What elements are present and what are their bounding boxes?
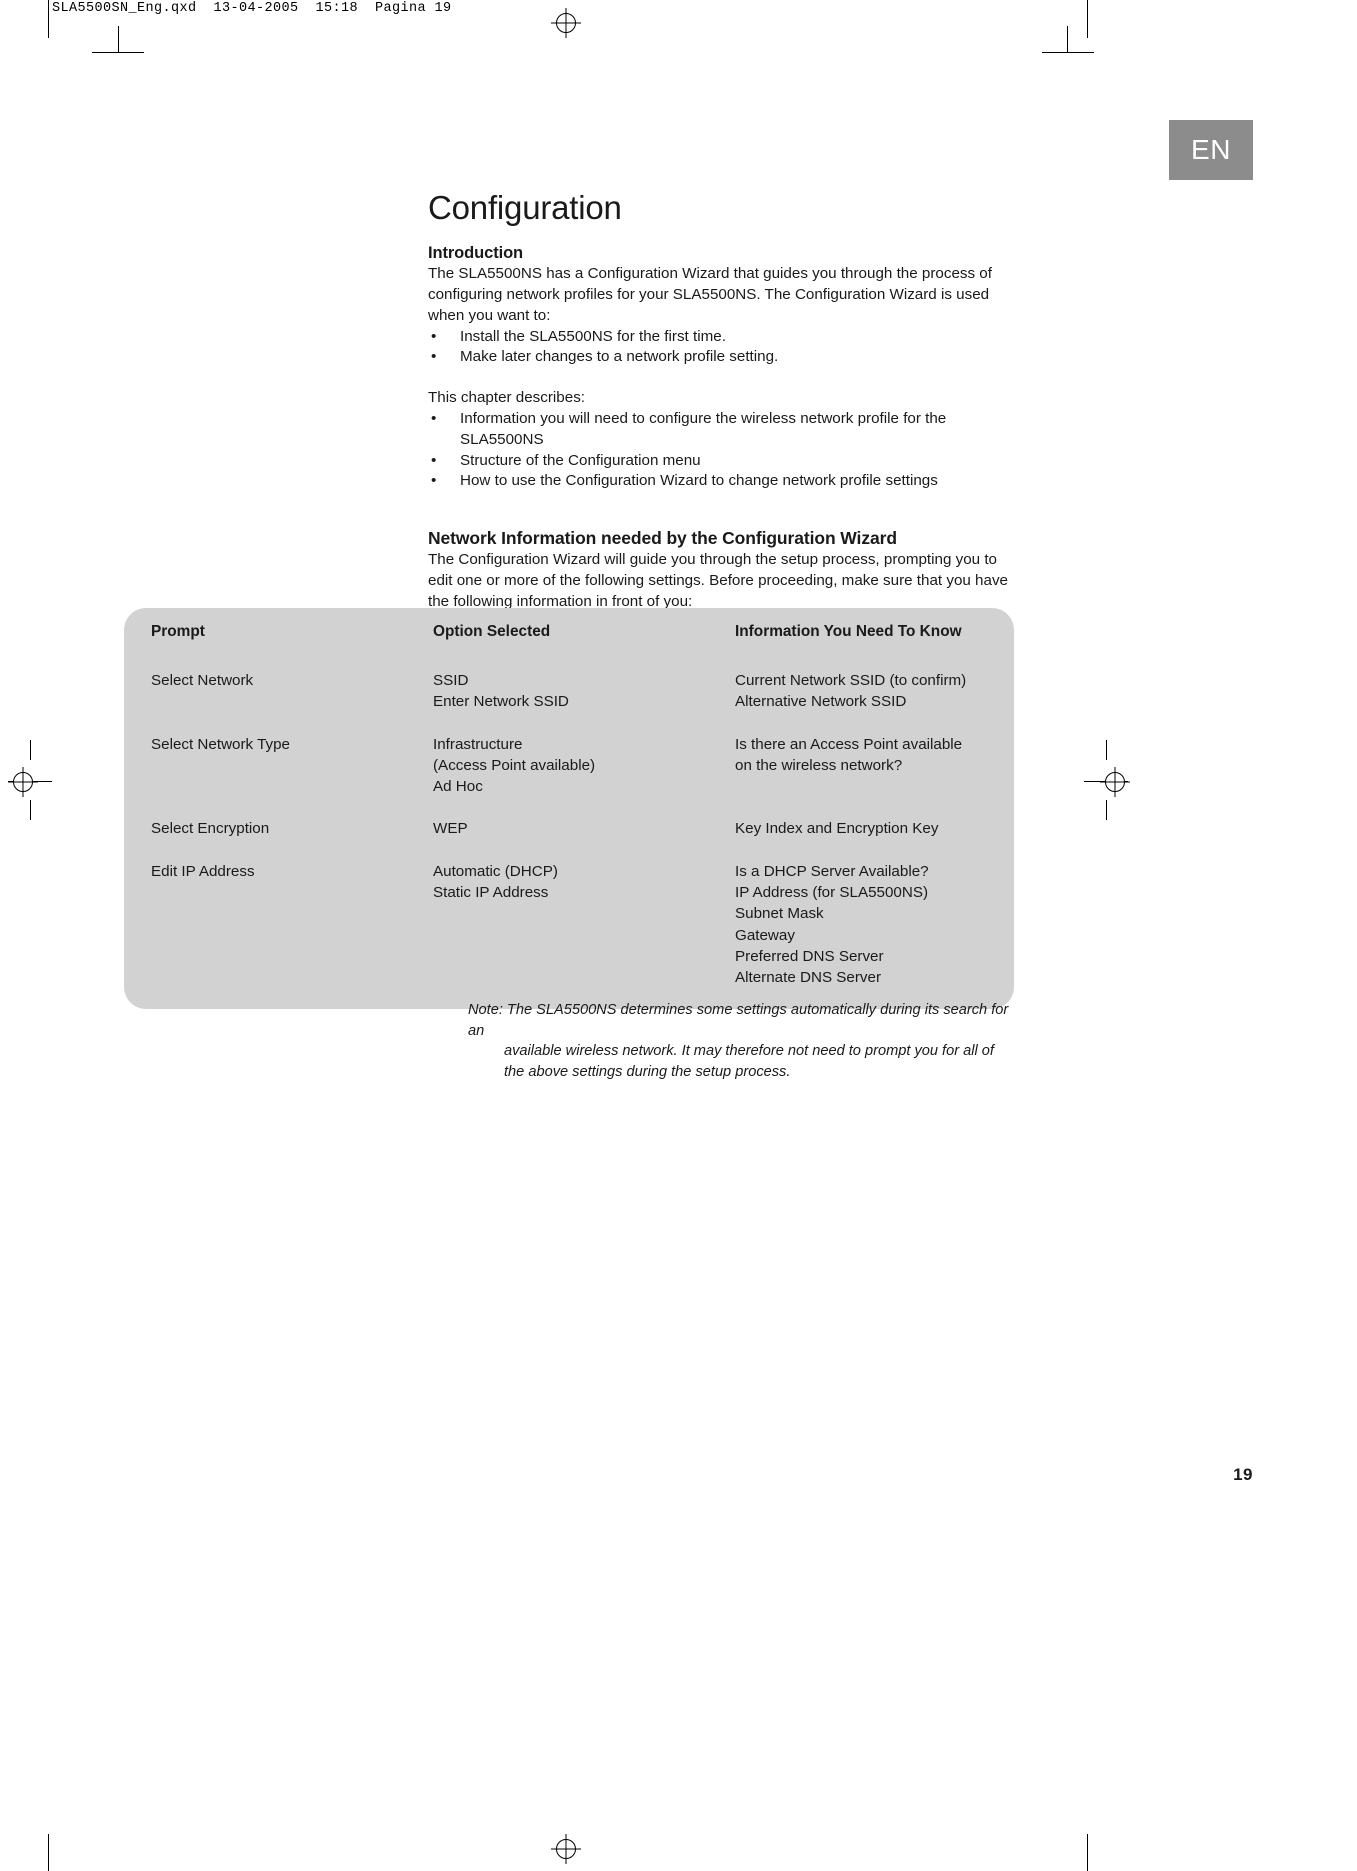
cell-line: Key Index and Encryption Key [735,820,939,838]
cell-line: Automatic (DHCP) [433,862,558,880]
introduction-heading: Introduction [428,244,524,263]
cell-prompt: Select Encryption [151,818,433,839]
crop-mark-left-mid-v [30,740,31,760]
crop-mark-bottom-right [1087,1834,1088,1871]
cell-line: Gateway [735,926,795,944]
list-item: • Make later changes to a network profile… [428,347,1010,368]
cell-prompt: Edit IP Address [151,861,433,989]
language-tab-label: EN [1191,134,1231,165]
cell-line: Select Network Type [151,735,291,753]
cell-line: (Access Point available) [433,756,596,774]
registration-mark-right [1105,772,1125,792]
cell-info: Is a DHCP Server Available? IP Address (… [735,861,987,989]
introduction-paragraph: The SLA5500NS has a Configuration Wizard… [428,265,992,324]
crop-mark-right-mid-v2 [1106,800,1107,820]
cell-line: Alternative Network SSID [735,693,907,711]
registration-mark-bottom [556,1839,576,1859]
cell-options: Automatic (DHCP) Static IP Address [433,861,735,989]
cell-line: Ad Hoc [433,778,483,796]
cell-line: WEP [433,820,468,838]
note-line-1: Note: The SLA5500NS determines some sett… [468,1002,1009,1039]
bullet-dot-icon: • [431,451,437,469]
cell-line: Is there an Access Point available [735,735,963,753]
cell-info: Key Index and Encryption Key [735,818,987,839]
network-info-table: Prompt Option Selected Information You N… [124,608,1014,1009]
introduction-bullet-list: • Install the SLA5500NS for the first tim… [428,327,1010,369]
cell-info: Current Network SSID (to confirm) Altern… [735,670,987,713]
cell-line: Current Network SSID (to confirm) [735,672,967,689]
cell-line: IP Address (for SLA5500NS) [735,884,929,902]
chapter-lead-text: This chapter describes: [428,389,586,407]
cell-options: SSID Enter Network SSID [433,670,735,713]
crop-mark-top-right-h [1042,52,1094,53]
table-row: Select Network SSID Enter Network SSID C… [124,670,1014,713]
crop-mark-top-right-v [1067,26,1068,52]
column-header-option: Option Selected [433,623,551,640]
cell-line: Select Network [151,672,254,689]
cell-prompt: Select Network [151,670,433,713]
network-info-heading: Network Information needed by the Config… [428,528,897,549]
table-header-row: Prompt Option Selected Information You N… [124,623,1014,649]
main-content: Configuration Introduction The SLA5500NS… [428,189,1010,613]
list-item-label: Structure of the Configuration menu [460,451,701,469]
registration-mark-top [556,13,576,33]
list-item-label: Install the SLA5500NS for the first time… [460,327,726,345]
cell-options: WEP [433,818,735,839]
cell-line: SSID [433,672,469,689]
page-title: Configuration [428,189,622,226]
note-block: Note: The SLA5500NS determines some sett… [468,1000,1016,1082]
cell-line: Select Encryption [151,820,270,838]
page-number: 19 [1233,1465,1253,1484]
list-item: • Install the SLA5500NS for the first tim… [428,327,1010,348]
file-stamp: SLA5500SN_Eng.qxd 13-04-2005 15:18 Pagin… [52,1,452,16]
list-item-label: Make later changes to a network profile … [460,348,779,366]
table-row: Select Encryption WEP Key Index and Encr… [124,818,1014,839]
table-row: Edit IP Address Automatic (DHCP) Static … [124,861,1014,989]
bullet-dot-icon: • [431,410,437,428]
list-item: • How to use the Configuration Wizard to … [428,471,1010,492]
crop-mark-top-left [48,0,49,38]
cell-line: Preferred DNS Server [735,947,884,965]
crop-mark-right-mid-v [1106,740,1107,760]
note-line-2: available wireless network. It may there… [504,1043,994,1059]
crop-mark-top-right [1087,0,1088,38]
cell-line: Static IP Address [433,884,549,902]
crop-mark-top-left-h [92,52,144,53]
column-header-prompt: Prompt [151,623,205,640]
crop-mark-top-left-v [118,26,119,52]
cell-line: Infrastructure [433,735,523,753]
crop-mark-bottom-left [48,1834,49,1871]
list-item: • Information you will need to configure … [428,409,1010,451]
crop-mark-left-mid-v2 [30,800,31,820]
cell-info: Is there an Access Point available on th… [735,734,987,798]
note-line-3: the above settings during the setup proc… [504,1063,791,1080]
chapter-bullet-list: • Information you will need to configure … [428,409,1010,492]
network-info-paragraph: The Configuration Wizard will guide you … [428,551,1008,610]
cell-line: Enter Network SSID [433,693,569,711]
bullet-dot-icon: • [431,327,437,345]
table-row: Select Network Type Infrastructure (Acce… [124,734,1014,798]
registration-mark-left [13,772,33,792]
bullet-dot-icon: • [431,472,437,490]
cell-line: Is a DHCP Server Available? [735,862,929,880]
cell-line: Alternate DNS Server [735,969,882,987]
list-item-label: Information you will need to configure t… [460,410,947,448]
cell-line: on the wireless network? [735,756,903,774]
list-item-label: How to use the Configuration Wizard to c… [460,472,938,490]
cell-line: Subnet Mask [735,905,824,923]
list-item: • Structure of the Configuration menu [428,451,1010,472]
column-header-info: Information You Need To Know [735,623,962,640]
language-tab-en: EN [1169,120,1253,180]
bullet-dot-icon: • [431,348,437,366]
cell-prompt: Select Network Type [151,734,433,798]
cell-options: Infrastructure (Access Point available) … [433,734,735,798]
cell-line: Edit IP Address [151,862,255,880]
